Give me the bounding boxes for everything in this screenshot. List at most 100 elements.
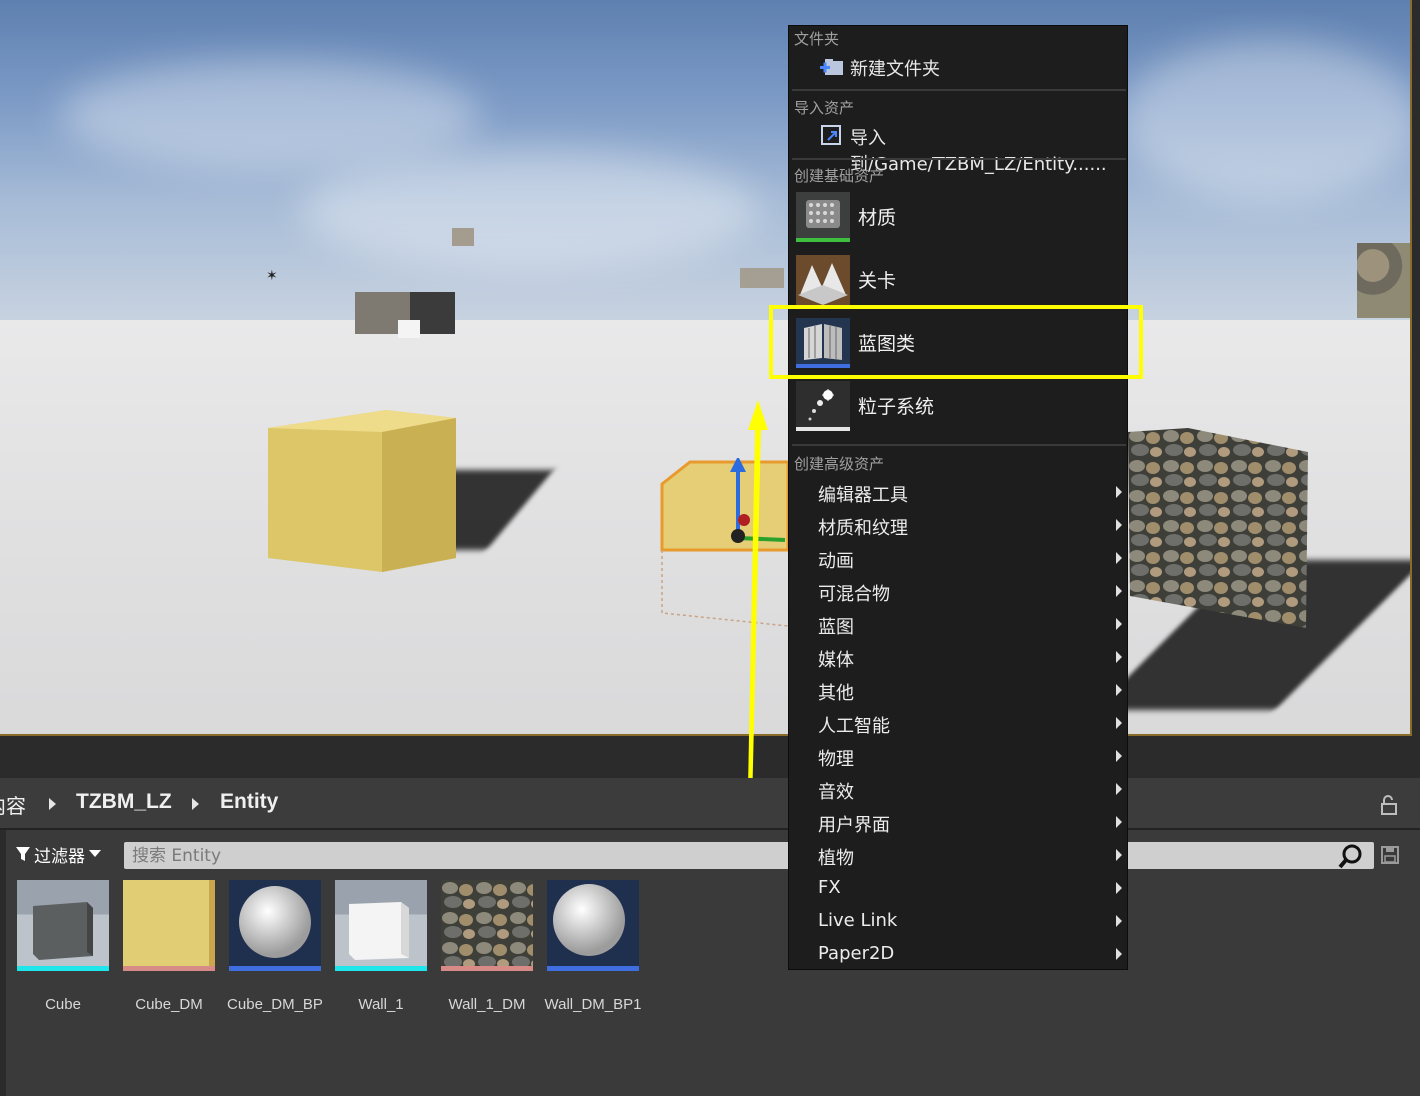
content-browser-toolbar bbox=[0, 778, 1420, 830]
menu-item-live-link[interactable]: Live Link bbox=[792, 905, 1126, 938]
annotation-highlight-box bbox=[769, 305, 1143, 379]
asset-tile-cube-dm[interactable] bbox=[123, 880, 215, 972]
context-menu: 文件夹 新建文件夹 导入资产 导入到/Game/TZBM_LZ/Entity..… bbox=[788, 25, 1128, 970]
asset-tile-cube[interactable] bbox=[17, 880, 109, 972]
menu-item-label: 材质和纹理 bbox=[818, 518, 908, 539]
chevron-right-icon bbox=[1116, 618, 1122, 630]
distant-rock-wall[interactable] bbox=[1357, 243, 1410, 318]
breadcrumb-arrow-icon[interactable] bbox=[49, 798, 56, 810]
menu-item-animation[interactable]: 动画 bbox=[792, 542, 1126, 575]
asset-type-bar bbox=[229, 966, 321, 971]
menu-item-label: 新建文件夹 bbox=[850, 59, 940, 80]
chevron-right-icon bbox=[1116, 552, 1122, 564]
menu-item-fx[interactable]: FX bbox=[792, 872, 1126, 905]
asset-label: Cube_DM_BP bbox=[227, 996, 323, 1013]
menu-item-ai[interactable]: 人工智能 bbox=[792, 707, 1126, 740]
menu-item-label: 材质 bbox=[858, 207, 897, 229]
level-icon bbox=[796, 255, 850, 305]
save-search-icon[interactable] bbox=[1380, 845, 1400, 865]
section-header-import: 导入资产 bbox=[794, 99, 855, 117]
breadcrumb-folder-tzbm[interactable]: TZBM_LZ bbox=[76, 790, 172, 814]
chevron-right-icon bbox=[1116, 750, 1122, 762]
menu-separator bbox=[792, 89, 1126, 91]
menu-item-label: Paper2D bbox=[818, 943, 895, 964]
search-icon[interactable] bbox=[1338, 843, 1364, 869]
section-header-basic-assets: 创建基础资产 bbox=[794, 167, 885, 185]
menu-item-paper2d[interactable]: Paper2D bbox=[792, 938, 1126, 971]
chevron-right-icon bbox=[1116, 849, 1122, 861]
menu-item-media[interactable]: 媒体 bbox=[792, 641, 1126, 674]
menu-item-physics[interactable]: 物理 bbox=[792, 740, 1126, 773]
breadcrumb-folder-entity[interactable]: Entity bbox=[220, 790, 278, 814]
menu-item-label: FX bbox=[818, 877, 841, 898]
asset-tile-wall-dm-bp1[interactable] bbox=[547, 880, 639, 972]
menu-item-label: 导入到/Game/TZBM_LZ/Entity...... bbox=[850, 128, 1107, 175]
chevron-right-icon bbox=[1116, 651, 1122, 663]
breadcrumb-arrow-icon[interactable] bbox=[192, 798, 199, 810]
menu-item-label: 动画 bbox=[818, 551, 854, 572]
asset-label: Wall_DM_BP1 bbox=[544, 996, 642, 1013]
menu-item-miscellaneous[interactable]: 其他 bbox=[792, 674, 1126, 707]
menu-item-blueprints[interactable]: 蓝图 bbox=[792, 608, 1126, 641]
chevron-right-icon bbox=[1116, 816, 1122, 828]
menu-item-label: 其他 bbox=[818, 683, 854, 704]
menu-item-level[interactable]: 关卡 bbox=[792, 252, 1126, 308]
asset-tile-wall-1[interactable] bbox=[335, 880, 427, 972]
menu-item-label: 媒体 bbox=[818, 650, 854, 671]
asset-thumbnail bbox=[17, 880, 109, 966]
asset-thumbnail bbox=[229, 880, 321, 966]
cloud bbox=[300, 150, 760, 270]
menu-item-label: 可混合物 bbox=[818, 584, 890, 605]
asset-label: Wall_1_DM bbox=[448, 996, 526, 1013]
menu-item-new-folder[interactable]: 新建文件夹 bbox=[792, 52, 1126, 85]
asset-thumbnail bbox=[441, 880, 533, 966]
asset-type-bar bbox=[441, 966, 533, 971]
filter-button[interactable]: 过滤器 bbox=[16, 840, 114, 868]
distant-block[interactable] bbox=[452, 228, 474, 246]
menu-item-editor-utilities[interactable]: 编辑器工具 bbox=[792, 476, 1126, 509]
yellow-cube[interactable] bbox=[266, 408, 458, 574]
menu-separator bbox=[792, 444, 1126, 446]
menu-item-blendables[interactable]: 可混合物 bbox=[792, 575, 1126, 608]
new-folder-icon bbox=[820, 59, 843, 75]
lock-icon[interactable] bbox=[1378, 794, 1400, 816]
menu-item-sounds[interactable]: 音效 bbox=[792, 773, 1126, 806]
particle-system-icon bbox=[796, 381, 850, 431]
breadcrumb-root[interactable]: 内容 bbox=[0, 790, 26, 819]
menu-item-label: 关卡 bbox=[858, 270, 897, 292]
material-icon bbox=[796, 192, 850, 242]
menu-item-label: 物理 bbox=[818, 749, 854, 770]
menu-item-label: 粒子系统 bbox=[858, 396, 935, 418]
asset-thumbnail bbox=[123, 880, 215, 966]
menu-item-material[interactable]: 材质 bbox=[792, 189, 1126, 245]
menu-item-label: Live Link bbox=[818, 910, 898, 931]
menu-item-materials-textures[interactable]: 材质和纹理 bbox=[792, 509, 1126, 542]
menu-item-label: 蓝图 bbox=[818, 617, 854, 638]
stone-cube[interactable] bbox=[1128, 428, 1310, 632]
menu-item-label: 音效 bbox=[818, 782, 854, 803]
chevron-right-icon bbox=[1116, 486, 1122, 498]
distant-cube[interactable] bbox=[398, 320, 420, 338]
menu-item-foliage[interactable]: 植物 bbox=[792, 839, 1126, 872]
level-viewport[interactable]: ✶ bbox=[0, 0, 1412, 736]
asset-type-bar bbox=[17, 966, 109, 971]
menu-item-label: 用户界面 bbox=[818, 815, 890, 836]
chevron-down-icon bbox=[89, 850, 101, 857]
section-header-folder: 文件夹 bbox=[794, 30, 840, 48]
chevron-right-icon bbox=[1116, 783, 1122, 795]
asset-tile-wall-1-dm[interactable] bbox=[441, 880, 533, 972]
search-input[interactable] bbox=[124, 842, 1374, 869]
chevron-right-icon bbox=[1116, 684, 1122, 696]
distant-block[interactable] bbox=[740, 268, 784, 288]
filter-icon bbox=[16, 847, 30, 861]
light-icon[interactable]: ✶ bbox=[266, 268, 278, 284]
menu-item-user-interface[interactable]: 用户界面 bbox=[792, 806, 1126, 839]
asset-type-bar bbox=[335, 966, 427, 971]
cloud bbox=[1120, 40, 1410, 200]
asset-tile-cube-dm-bp[interactable] bbox=[229, 880, 321, 972]
chevron-right-icon bbox=[1116, 519, 1122, 531]
chevron-right-icon bbox=[1116, 585, 1122, 597]
asset-type-bar bbox=[123, 966, 215, 971]
menu-item-import-to[interactable]: 导入到/Game/TZBM_LZ/Entity...... bbox=[792, 121, 1126, 175]
menu-item-particle-system[interactable]: 粒子系统 bbox=[792, 378, 1126, 434]
